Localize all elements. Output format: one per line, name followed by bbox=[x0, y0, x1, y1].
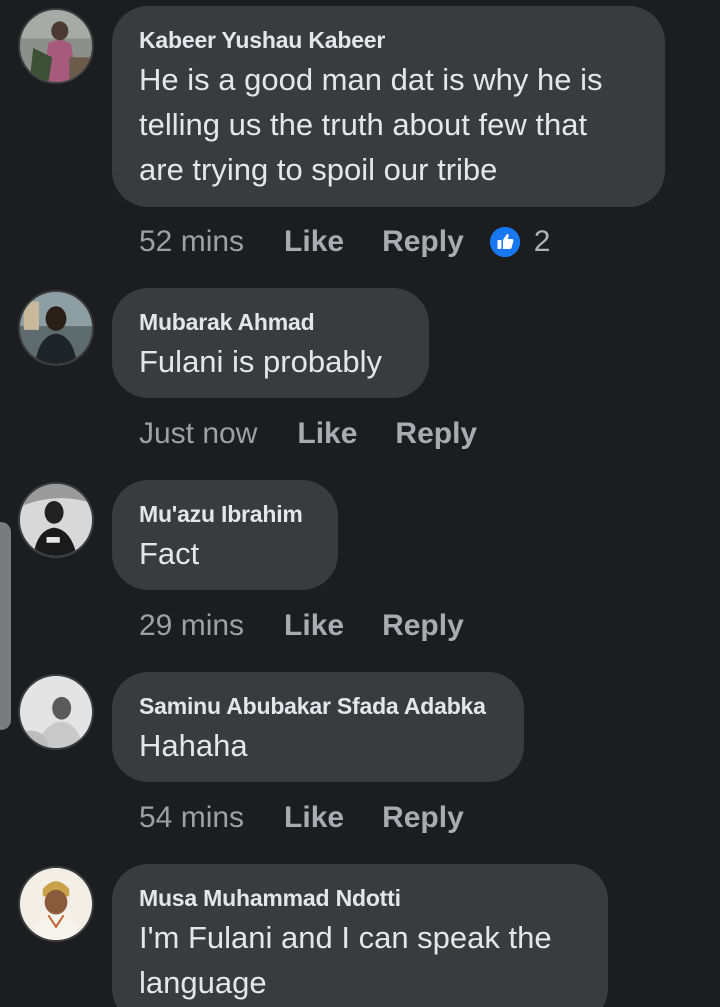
comment-meta: Just now Like Reply bbox=[139, 414, 477, 454]
commenter-avatar[interactable] bbox=[18, 866, 94, 942]
comment-author[interactable]: Saminu Abubakar Sfada Adabka bbox=[139, 692, 496, 720]
comment-meta: 52 mins Like Reply 2 bbox=[139, 222, 550, 262]
comment-meta: 54 mins Like Reply bbox=[139, 798, 464, 838]
comment-text: He is a good man dat is why he is tellin… bbox=[139, 62, 603, 187]
comment-bubble[interactable]: Mubarak Ahmad Fulani is probably bbox=[112, 288, 429, 398]
comment-text: I'm Fulani and I can speak the language bbox=[139, 920, 552, 1000]
commenter-avatar[interactable] bbox=[18, 482, 94, 558]
comment-author[interactable]: Mubarak Ahmad bbox=[139, 308, 401, 336]
commenter-avatar[interactable] bbox=[18, 8, 94, 84]
reply-button[interactable]: Reply bbox=[382, 801, 464, 835]
thumbs-up-icon bbox=[489, 227, 520, 257]
commenter-avatar[interactable] bbox=[18, 290, 94, 366]
reaction-count: 2 bbox=[533, 225, 551, 258]
comment-text: Hahaha bbox=[139, 728, 248, 763]
comment-meta: 29 mins Like Reply bbox=[139, 606, 464, 646]
commenter-avatar[interactable] bbox=[18, 674, 94, 750]
comment-bubble[interactable]: Saminu Abubakar Sfada Adabka Hahaha bbox=[112, 672, 524, 782]
like-button[interactable]: Like bbox=[284, 609, 344, 643]
comment-author[interactable]: Kabeer Yushau Kabeer bbox=[139, 26, 637, 54]
avatar-photo-icon bbox=[20, 676, 92, 748]
like-button[interactable]: Like bbox=[297, 417, 357, 451]
comment-bubble[interactable]: Kabeer Yushau Kabeer He is a good man da… bbox=[112, 6, 665, 207]
comment-timestamp: Just now bbox=[139, 417, 258, 450]
side-scroll-handle[interactable] bbox=[0, 522, 11, 730]
comment-bubble[interactable]: Musa Muhammad Ndotti I'm Fulani and I ca… bbox=[112, 864, 608, 1007]
like-button[interactable]: Like bbox=[284, 801, 344, 835]
comment-bubble[interactable]: Mu'azu Ibrahim Fact bbox=[112, 480, 338, 590]
avatar-photo-icon bbox=[20, 868, 92, 940]
comment-text: Fact bbox=[139, 536, 200, 571]
like-button[interactable]: Like bbox=[284, 225, 344, 259]
comment-timestamp: 54 mins bbox=[139, 801, 245, 834]
reply-button[interactable]: Reply bbox=[395, 417, 477, 451]
reply-button[interactable]: Reply bbox=[382, 225, 464, 259]
comment-text: Fulani is probably bbox=[139, 344, 382, 379]
comment-timestamp: 29 mins bbox=[139, 609, 245, 642]
reaction-summary[interactable]: 2 bbox=[489, 225, 551, 259]
avatar-photo-icon bbox=[20, 292, 92, 364]
comment-timestamp: 52 mins bbox=[139, 225, 245, 258]
comment-author[interactable]: Mu'azu Ibrahim bbox=[139, 500, 310, 528]
reply-button[interactable]: Reply bbox=[382, 609, 464, 643]
comments-feed: Kabeer Yushau Kabeer He is a good man da… bbox=[0, 0, 720, 1007]
comment-author[interactable]: Musa Muhammad Ndotti bbox=[139, 884, 580, 912]
avatar-photo-icon bbox=[20, 10, 92, 82]
avatar-photo-icon bbox=[20, 484, 92, 556]
